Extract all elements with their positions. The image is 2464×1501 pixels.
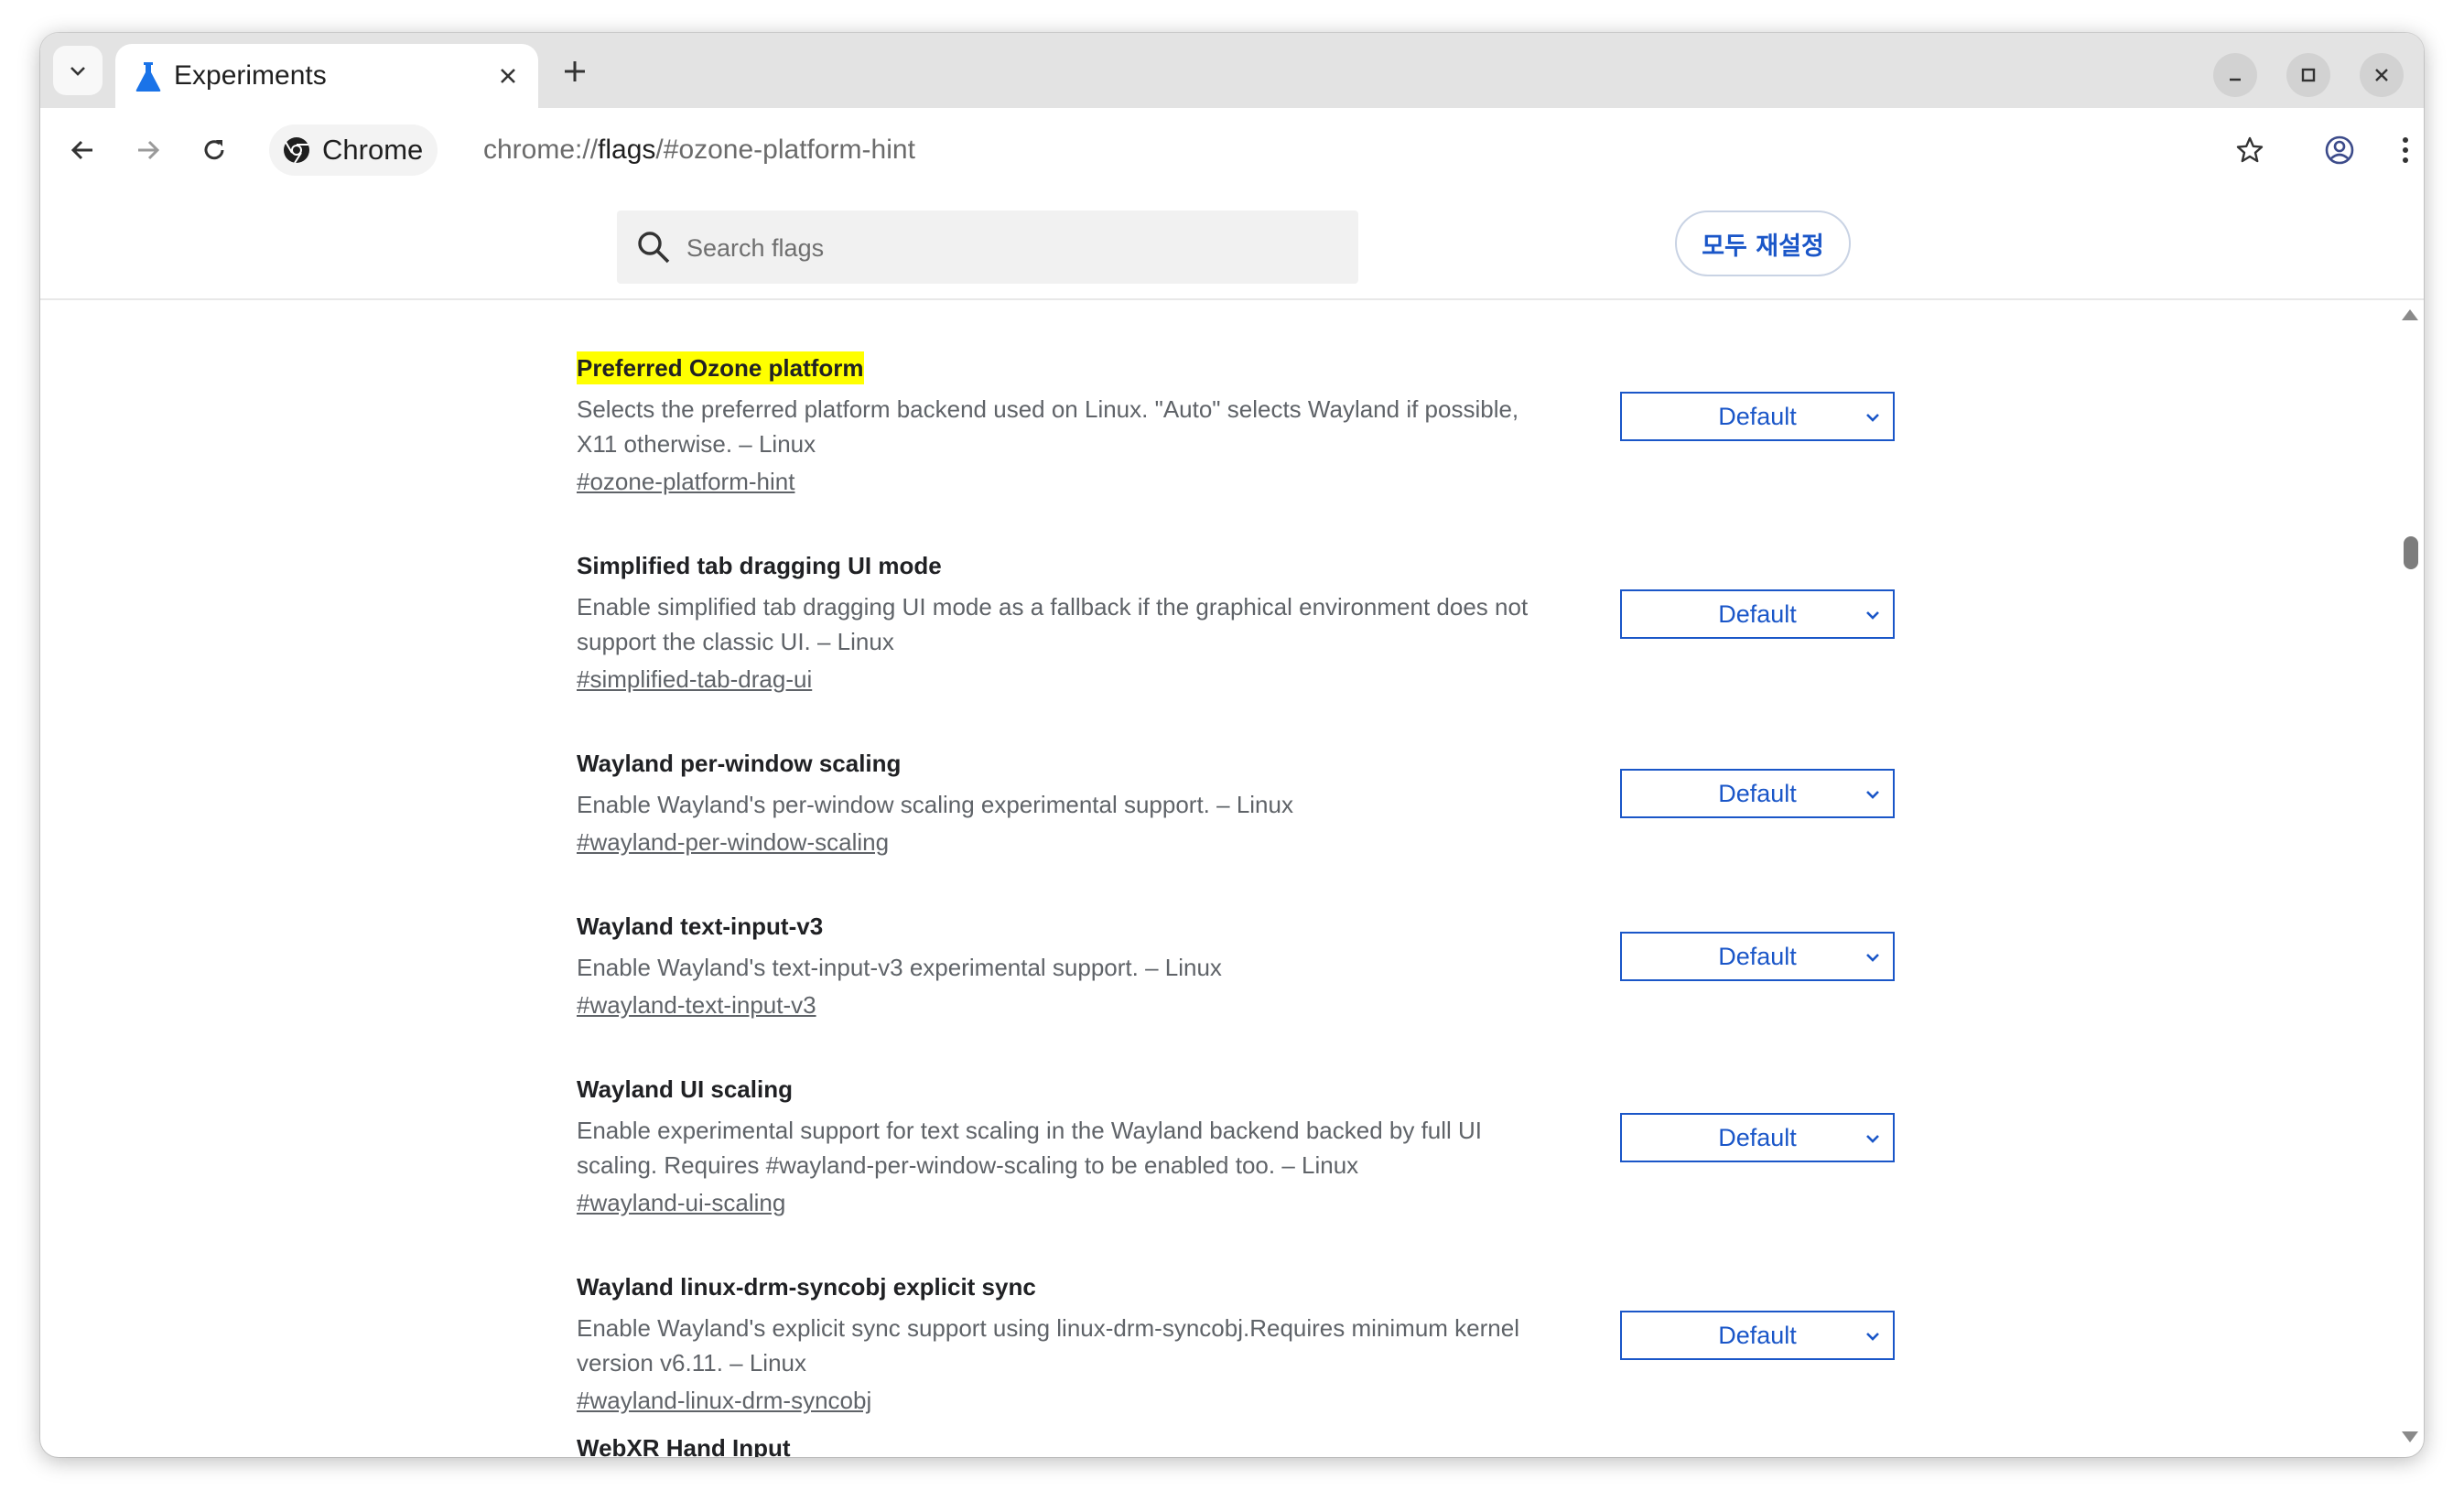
profile-button[interactable] (2318, 128, 2361, 172)
flag-item: Wayland UI scaling Enable experimental s… (577, 1073, 1895, 1219)
omnibox[interactable]: Chrome chrome://flags/#ozone-platform-hi… (264, 119, 2264, 181)
tab-strip: Experiments (40, 33, 2424, 112)
profile-icon (2325, 135, 2354, 165)
flag-title: Wayland UI scaling (577, 1075, 793, 1103)
flag-description: Enable Wayland's per-window scaling expe… (577, 791, 1293, 818)
close-icon (2375, 69, 2388, 81)
chevron-down-icon (1866, 1135, 1879, 1143)
tab-title: Experiments (174, 60, 327, 91)
flag-select[interactable]: Default (1620, 589, 1895, 639)
flag-select-value: Default (1718, 942, 1797, 970)
scrollbar-thumb[interactable] (2404, 536, 2418, 569)
flag-title: Wayland per-window scaling (577, 750, 902, 777)
flag-item: WebXR Hand Input (577, 1431, 1895, 1457)
new-tab-button[interactable] (555, 51, 595, 92)
toolbar: Chrome chrome://flags/#ozone-platform-hi… (40, 108, 2424, 195)
flag-link[interactable]: #ozone-platform-hint (577, 465, 794, 498)
search-icon (638, 232, 670, 264)
minimize-button[interactable] (2213, 53, 2257, 97)
back-icon (70, 140, 92, 160)
tab-experiments[interactable]: Experiments (115, 44, 538, 112)
minimize-icon (2230, 78, 2241, 81)
flag-description: Enable experimental support for text sca… (577, 1117, 1483, 1179)
flag-link[interactable]: #simplified-tab-drag-ui (577, 663, 812, 696)
flag-select[interactable]: Default (1620, 932, 1895, 981)
flag-item: Wayland per-window scaling Enable Waylan… (577, 747, 1895, 858)
chevron-down-icon (1866, 611, 1879, 620)
flags-header: 모두 재설정 (40, 194, 2424, 300)
flag-select-value: Default (1718, 779, 1797, 807)
flag-select-value: Default (1718, 599, 1797, 628)
flag-title: Preferred Ozone platform (577, 351, 864, 384)
flag-link[interactable]: #wayland-ui-scaling (577, 1186, 785, 1219)
reload-icon (204, 140, 224, 160)
flag-select[interactable]: Default (1620, 392, 1895, 441)
flag-link[interactable]: #wayland-text-input-v3 (577, 988, 816, 1021)
star-icon (2236, 136, 2264, 163)
flag-select-value: Default (1718, 1321, 1797, 1349)
menu-icon (2403, 137, 2408, 163)
tab-search-icon (70, 67, 85, 76)
flag-description: Enable simplified tab dragging UI mode a… (577, 593, 1529, 655)
flag-title: Wayland text-input-v3 (577, 912, 824, 940)
url-text[interactable]: chrome://flags/#ozone-platform-hint (483, 135, 915, 166)
chip-label: Chrome (322, 134, 424, 166)
flag-item: Wayland text-input-v3 Enable Wayland's t… (577, 910, 1895, 1021)
site-info-chip[interactable]: Chrome (269, 124, 438, 176)
flag-select[interactable]: Default (1620, 1311, 1895, 1360)
flag-description: Enable Wayland's text-input-v3 experimen… (577, 954, 1222, 981)
chevron-down-icon (1866, 954, 1879, 962)
scroll-up-arrow[interactable] (2402, 309, 2418, 320)
browser-window: Experiments Chrome chrome://flags/#ozone… (40, 33, 2424, 1457)
flag-select-value: Default (1718, 402, 1797, 430)
flag-select[interactable]: Default (1620, 1113, 1895, 1162)
flag-description: Selects the preferred platform backend u… (577, 395, 1519, 458)
close-window-button[interactable] (2360, 53, 2404, 97)
maximize-icon (2301, 68, 2316, 82)
flag-link[interactable]: #wayland-linux-drm-syncobj (577, 1384, 871, 1417)
flag-title: Simplified tab dragging UI mode (577, 552, 942, 579)
flag-item: Preferred Ozone platform Selects the pre… (577, 351, 1895, 498)
flag-item: Simplified tab dragging UI mode Enable s… (577, 549, 1895, 696)
chevron-down-icon (1866, 791, 1879, 799)
flag-title: Wayland linux-drm-syncobj explicit sync (577, 1273, 1036, 1301)
flask-icon (135, 62, 161, 92)
forward-button[interactable] (126, 128, 170, 172)
tab-search-button[interactable] (53, 46, 103, 95)
flags-list: Preferred Ozone platform Selects the pre… (40, 300, 2424, 1457)
scroll-down-arrow[interactable] (2402, 1431, 2418, 1442)
bookmark-button[interactable] (2228, 128, 2272, 172)
search-flags-input[interactable] (685, 211, 1347, 286)
plus-icon (565, 61, 585, 81)
search-box[interactable] (617, 211, 1358, 286)
reload-button[interactable] (192, 128, 236, 172)
flag-description: Enable Wayland's explicit sync support u… (577, 1314, 1519, 1377)
back-button[interactable] (60, 128, 104, 172)
flag-select[interactable]: Default (1620, 769, 1895, 818)
chevron-down-icon (1866, 414, 1879, 422)
flag-select-value: Default (1718, 1123, 1797, 1151)
chevron-down-icon (1866, 1333, 1879, 1341)
chrome-logo-icon (284, 137, 309, 164)
flag-item: Wayland linux-drm-syncobj explicit sync … (577, 1270, 1895, 1417)
forward-icon (138, 140, 160, 160)
close-icon (501, 69, 515, 83)
menu-button[interactable] (2383, 128, 2424, 172)
flag-title: WebXR Hand Input (577, 1434, 791, 1457)
close-tab-button[interactable] (494, 62, 522, 90)
reset-all-button[interactable]: 모두 재설정 (1675, 211, 1851, 276)
maximize-button[interactable] (2286, 53, 2330, 97)
flag-link[interactable]: #wayland-per-window-scaling (577, 826, 889, 858)
